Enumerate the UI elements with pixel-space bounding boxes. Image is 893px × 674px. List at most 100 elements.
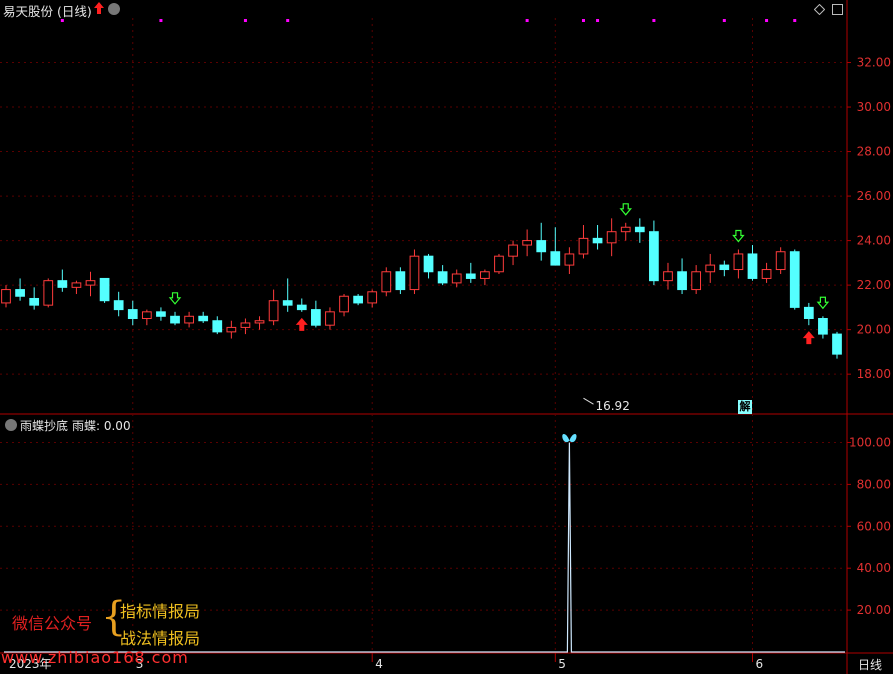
candle-body — [789, 251, 800, 308]
candle-body — [480, 271, 490, 279]
candle-body — [282, 300, 293, 306]
diamond-icon[interactable] — [814, 4, 825, 15]
candle-body — [339, 295, 349, 313]
price-tick-label: 30.00 — [857, 100, 891, 114]
price-tick-label: 20.00 — [857, 323, 891, 337]
candle-body — [198, 315, 209, 322]
butterfly-icon — [562, 434, 570, 443]
candle-body — [578, 237, 589, 255]
chart-canvas: 18.00 20.00 22.00 24.00 26.00 28.00 30.00 32.00… — [0, 0, 893, 674]
buy-arrow-icon — [168, 292, 182, 305]
candle-body — [156, 311, 166, 317]
candle-body — [29, 297, 40, 306]
price-tick-label: 18.00 — [857, 367, 891, 381]
candle-body — [775, 251, 786, 271]
red-arrow-icon — [802, 331, 815, 345]
buy-arrow-icon — [816, 296, 830, 310]
candle-body — [71, 282, 82, 288]
candle-body — [803, 306, 814, 320]
indicator-tick-label: 40.00 — [857, 561, 891, 575]
signal-dot — [596, 19, 600, 22]
price-tick-label: 28.00 — [857, 145, 891, 159]
candle-body — [353, 295, 363, 304]
maximize-icon[interactable] — [832, 4, 843, 15]
candle-body — [423, 255, 434, 273]
signal-dot — [652, 19, 656, 22]
red-arrow-icon — [295, 317, 308, 331]
candle-body — [663, 271, 673, 282]
indicator-tick-label: 80.00 — [857, 477, 891, 491]
candle-body — [592, 237, 603, 244]
candle-body — [170, 315, 180, 324]
indicator-tick-label: 100.00 — [849, 435, 891, 449]
candle-body — [508, 244, 518, 257]
candle-body — [761, 269, 772, 279]
x-tick-label: 6 — [755, 657, 763, 671]
candle-body — [395, 271, 406, 291]
indicator-title: 雨蝶抄底 — [20, 419, 69, 433]
candle-body — [705, 264, 716, 273]
buy-arrow-icon — [732, 229, 745, 243]
candle-body — [325, 311, 335, 326]
candle-body — [465, 273, 476, 279]
buy-arrow-icon — [619, 203, 633, 216]
candle-body — [141, 311, 152, 320]
candle-body — [99, 277, 110, 302]
wechat-account-2: 战法情报局 — [120, 629, 201, 648]
candle-body — [606, 231, 617, 244]
watermark-text: www.zhibiao168.com — [1, 648, 189, 667]
indicator-tick-label: 60.00 — [857, 519, 891, 533]
signal-dot — [581, 19, 585, 22]
candle-body — [85, 280, 96, 286]
candle-body — [649, 231, 659, 282]
candle-body — [691, 271, 702, 291]
red-up-arrow-icon — [94, 2, 104, 14]
period-button[interactable]: 日线 — [858, 656, 882, 673]
candle-body — [409, 255, 420, 291]
candle-body — [381, 271, 392, 293]
candle-body — [15, 289, 25, 297]
wechat-label: 微信公众号 — [12, 614, 93, 633]
candle-body — [127, 309, 138, 320]
chevron-down-icon[interactable] — [108, 3, 120, 15]
candle-body — [536, 240, 547, 253]
signal-dot — [159, 19, 163, 22]
indicator-menu-icon[interactable] — [5, 419, 17, 431]
wechat-account-1: 指标情报局 — [120, 602, 201, 621]
price-tick-label: 22.00 — [857, 278, 891, 292]
candle-body — [184, 315, 194, 324]
candle-body — [367, 291, 378, 304]
signal-dot — [765, 19, 769, 22]
candle-body — [677, 271, 687, 291]
candle-body — [634, 226, 645, 233]
x-tick-label: 4 — [375, 657, 383, 671]
candle-body — [1, 289, 11, 304]
candle-body — [437, 271, 448, 284]
indicator-value: 雨蝶: 0.00 — [72, 419, 131, 433]
candle-body — [451, 273, 462, 284]
price-tick-label: 24.00 — [857, 234, 891, 248]
candle-body — [620, 226, 631, 233]
x-tick-label: 5 — [558, 657, 566, 671]
candle-body — [212, 320, 223, 333]
candle-body — [268, 300, 279, 322]
butterfly-icon-wing — [569, 434, 577, 443]
signal-dot — [722, 19, 726, 22]
low-label: 16.92 — [595, 399, 629, 413]
price-tick-label: 32.00 — [857, 56, 891, 70]
candle-body — [733, 253, 744, 271]
candle-body — [310, 309, 321, 326]
candle-body — [57, 280, 68, 288]
candle-body — [113, 300, 124, 311]
signal-dot — [793, 19, 797, 22]
candle-body — [522, 240, 533, 246]
low-pointer — [583, 397, 594, 405]
signal-dot — [525, 19, 529, 22]
candle-body — [43, 280, 54, 306]
candle-body — [564, 253, 575, 266]
candle-body — [240, 322, 251, 328]
candle-body — [719, 264, 730, 271]
signal-dot — [286, 19, 290, 22]
candle-body — [494, 255, 504, 273]
jie-badge[interactable]: 解 — [738, 400, 752, 414]
